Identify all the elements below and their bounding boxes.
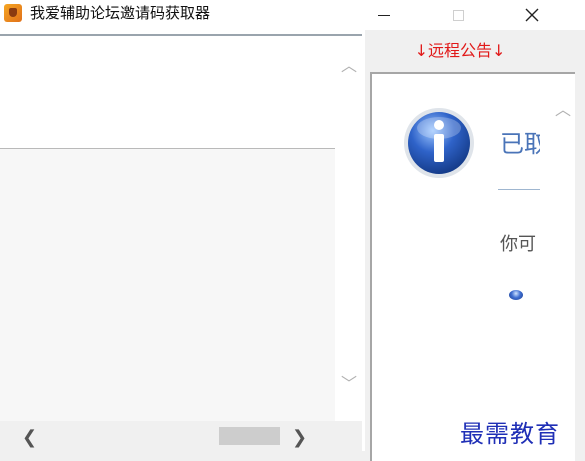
notice-vertical-scrollbar[interactable]: ︿ — [549, 74, 575, 461]
notice-title: ↓远程公告↓ — [414, 41, 506, 60]
minimize-icon — [378, 14, 390, 16]
scroll-up-icon[interactable]: ︿ — [341, 58, 357, 74]
close-icon — [525, 8, 539, 22]
left-content-pane: ︿ ﹀ ❮ ❯ — [0, 34, 365, 461]
title-bar: 我爱辅助论坛邀请码获取器 — [0, 0, 585, 30]
notice-browser-view: 已取 你可 ︿ — [370, 72, 575, 461]
scroll-right-icon[interactable]: ❯ — [292, 427, 307, 448]
notice-scroll-up-icon[interactable]: ︿ — [555, 102, 571, 118]
left-horizontal-scrollbar[interactable]: ❮ ❯ — [0, 421, 362, 451]
bullet-icon — [509, 290, 523, 300]
maximize-button[interactable] — [434, 0, 482, 30]
window-title: 我爱辅助论坛邀请码获取器 — [30, 4, 211, 22]
minimize-button[interactable] — [360, 0, 408, 30]
left-pane-lower-area — [0, 149, 335, 421]
left-vertical-scrollbar[interactable]: ︿ ﹀ — [335, 36, 361, 421]
scroll-down-icon[interactable]: ﹀ — [341, 376, 357, 392]
scroll-left-icon[interactable]: ❮ — [22, 427, 37, 448]
notice-text: 你可 — [500, 234, 536, 255]
watermark-text: 最需教育 — [460, 420, 560, 448]
horizontal-scroll-thumb[interactable] — [219, 427, 280, 445]
info-icon — [404, 108, 474, 178]
maximize-icon — [452, 9, 464, 21]
app-icon — [4, 4, 22, 22]
notice-heading: 已取 — [500, 130, 540, 158]
left-pane-bottom-strip — [0, 451, 365, 461]
heading-rule — [498, 189, 540, 190]
remote-notice-panel: ↓远程公告↓ 已取 你可 ︿ — [365, 30, 585, 461]
close-button[interactable] — [508, 0, 556, 30]
left-pane-top-border — [0, 34, 362, 36]
